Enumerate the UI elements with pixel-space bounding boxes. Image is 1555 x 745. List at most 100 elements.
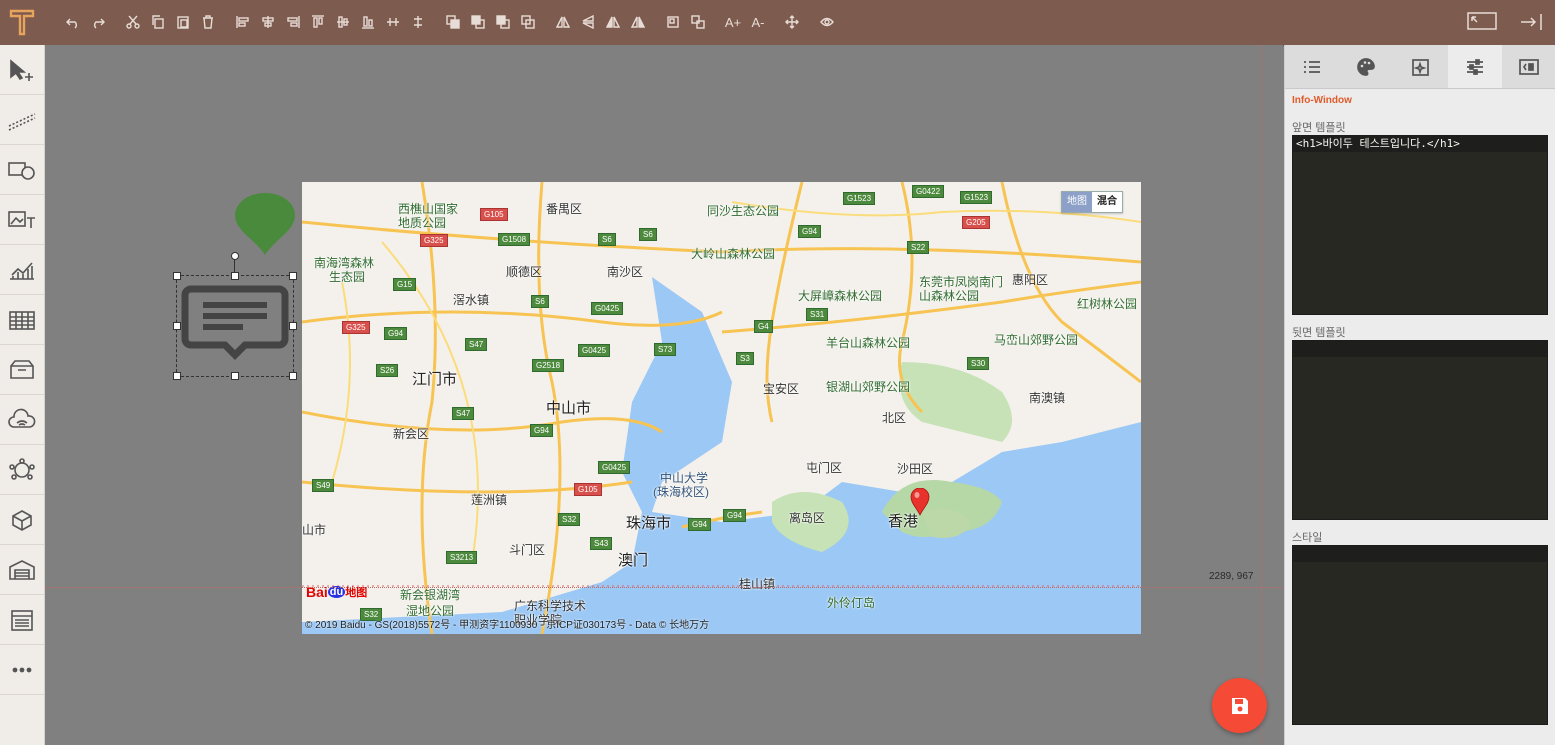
save-floppy-icon <box>1231 697 1248 714</box>
tool-box-icon[interactable] <box>0 345 44 395</box>
resize-handle-e[interactable] <box>289 322 297 330</box>
highway-shield: G205 <box>962 216 990 229</box>
font-size-down-button[interactable]: A- <box>748 12 768 32</box>
paste-icon[interactable] <box>173 12 193 32</box>
ungroup-icon[interactable] <box>688 12 708 32</box>
highway-shield: S43 <box>590 537 613 550</box>
undo-icon[interactable] <box>63 12 83 32</box>
resize-handle-s[interactable] <box>231 372 239 380</box>
info-window-message-icon[interactable] <box>181 281 289 369</box>
copy-icon[interactable] <box>148 12 168 32</box>
redo-icon[interactable] <box>88 12 108 32</box>
font-size-up-button[interactable]: A+ <box>723 12 743 32</box>
tool-shape-icon[interactable] <box>0 145 44 195</box>
red-location-pin-icon[interactable] <box>910 488 930 516</box>
preview-eye-icon[interactable] <box>817 12 837 32</box>
rotate-handle[interactable] <box>231 252 239 260</box>
tab-code-icon[interactable] <box>1502 45 1555 88</box>
map-label: 大屏嶂森林公园 <box>798 289 883 303</box>
tab-settings-sliders-icon[interactable] <box>1447 45 1502 88</box>
flip-horizontal-icon[interactable] <box>553 12 573 32</box>
resize-handle-ne[interactable] <box>289 272 297 280</box>
style-label: 스타일 <box>1292 532 1323 544</box>
back-template-editor[interactable] <box>1292 340 1548 520</box>
front-template-code[interactable]: <h1>바이두 테스트입니다.</h1> <box>1293 136 1547 152</box>
map-label: 离岛区 <box>789 511 826 525</box>
resize-handle-nw[interactable] <box>173 272 181 280</box>
bring-forward-icon[interactable] <box>493 12 513 32</box>
send-backward-icon[interactable] <box>518 12 538 32</box>
tool-panel-icon[interactable] <box>0 595 44 645</box>
delete-icon[interactable] <box>198 12 218 32</box>
map-label: 马峦山郊野公园 <box>994 333 1079 347</box>
move-icon[interactable] <box>782 12 802 32</box>
highway-shield: G325 <box>342 321 370 334</box>
tool-cloud-icon[interactable] <box>0 395 44 445</box>
tab-list-icon[interactable] <box>1285 45 1339 88</box>
back-template-code[interactable] <box>1293 341 1547 357</box>
editor-canvas[interactable]: 西樵山国家 地质公园 番禺区 同沙生态公园 大岭山森林公园 南海湾森林 生态园 … <box>45 45 1283 745</box>
baidu-map[interactable]: 西樵山国家 地质公园 番禺区 同沙生态公园 大岭山森林公园 南海湾森林 生态园 … <box>302 182 1141 634</box>
resize-handle-sw[interactable] <box>173 372 181 380</box>
highway-shield: G1523 <box>960 191 993 204</box>
tool-table-icon[interactable] <box>0 295 44 345</box>
cut-icon[interactable] <box>123 12 143 32</box>
map-label: 山市 <box>302 523 327 537</box>
green-map-pin-icon[interactable] <box>233 193 297 259</box>
tool-line-icon[interactable] <box>0 95 44 145</box>
highway-shield: S3213 <box>446 551 478 564</box>
tool-warehouse-icon[interactable] <box>0 545 44 595</box>
align-center-icon[interactable] <box>258 12 278 32</box>
style-code[interactable] <box>1293 546 1547 562</box>
panel-tabs <box>1285 45 1555 89</box>
map-city-label: 澳门 <box>618 552 649 569</box>
align-middle-icon[interactable] <box>333 12 353 32</box>
style-editor[interactable] <box>1292 545 1548 725</box>
align-right-icon[interactable] <box>283 12 303 32</box>
highway-shield: S49 <box>312 479 335 492</box>
exit-panel-icon[interactable] <box>1515 10 1545 34</box>
front-template-editor[interactable]: <h1>바이두 테스트입니다.</h1> <box>1292 135 1548 315</box>
send-back-icon[interactable] <box>468 12 488 32</box>
tool-chart-icon[interactable] <box>0 245 44 295</box>
highway-shield: S73 <box>654 343 677 356</box>
properties-panel: Info-Window 앞면 템플릿 <h1>바이두 테스트입니다.</h1> … <box>1284 45 1555 745</box>
flip-vertical-icon[interactable] <box>578 12 598 32</box>
bring-front-icon[interactable] <box>443 12 463 32</box>
resize-handle-n[interactable] <box>231 272 239 280</box>
tool-cube-icon[interactable] <box>0 495 44 545</box>
resize-handle-w[interactable] <box>173 322 181 330</box>
map-type-mixed-button[interactable]: 混合 <box>1092 192 1122 212</box>
align-bottom-icon[interactable] <box>358 12 378 32</box>
distribute-v-icon[interactable] <box>408 12 428 32</box>
tool-more-icon[interactable] <box>0 645 44 695</box>
align-left-icon[interactable] <box>233 12 253 32</box>
save-button[interactable] <box>1212 678 1267 733</box>
app-logo[interactable] <box>4 4 40 40</box>
align-top-icon[interactable] <box>308 12 328 32</box>
group-icon[interactable] <box>663 12 683 32</box>
guide-line-vertical <box>1261 45 1262 745</box>
distribute-h-icon[interactable] <box>383 12 403 32</box>
tool-pointer-add-icon[interactable] <box>0 45 44 95</box>
map-copyright: © 2019 Baidu - GS(2018)5572号 - 甲测资字11009… <box>305 620 710 631</box>
tool-image-text-icon[interactable] <box>0 195 44 245</box>
mirror-left-icon[interactable] <box>628 12 648 32</box>
highway-shield: G325 <box>420 234 448 247</box>
map-city-label: 珠海市 <box>626 515 672 532</box>
highway-shield: G2518 <box>532 359 565 372</box>
panel-title: Info-Window <box>1292 95 1352 106</box>
map-poi-label: (珠海校区) <box>653 485 709 499</box>
fullscreen-icon[interactable] <box>1466 10 1498 34</box>
map-label: 新会银湖湾 <box>400 588 461 602</box>
tool-network-icon[interactable] <box>0 445 44 495</box>
map-label: 生态园 <box>329 270 366 284</box>
highway-shield: G1508 <box>498 233 531 246</box>
tab-palette-icon[interactable] <box>1339 45 1393 88</box>
map-type-map-button[interactable]: 地图 <box>1062 192 1092 212</box>
map-label: 滘水镇 <box>453 293 490 307</box>
map-label: 沙田区 <box>897 462 934 476</box>
resize-handle-se[interactable] <box>289 372 297 380</box>
mirror-right-icon[interactable] <box>603 12 623 32</box>
tab-effects-icon[interactable] <box>1393 45 1447 88</box>
